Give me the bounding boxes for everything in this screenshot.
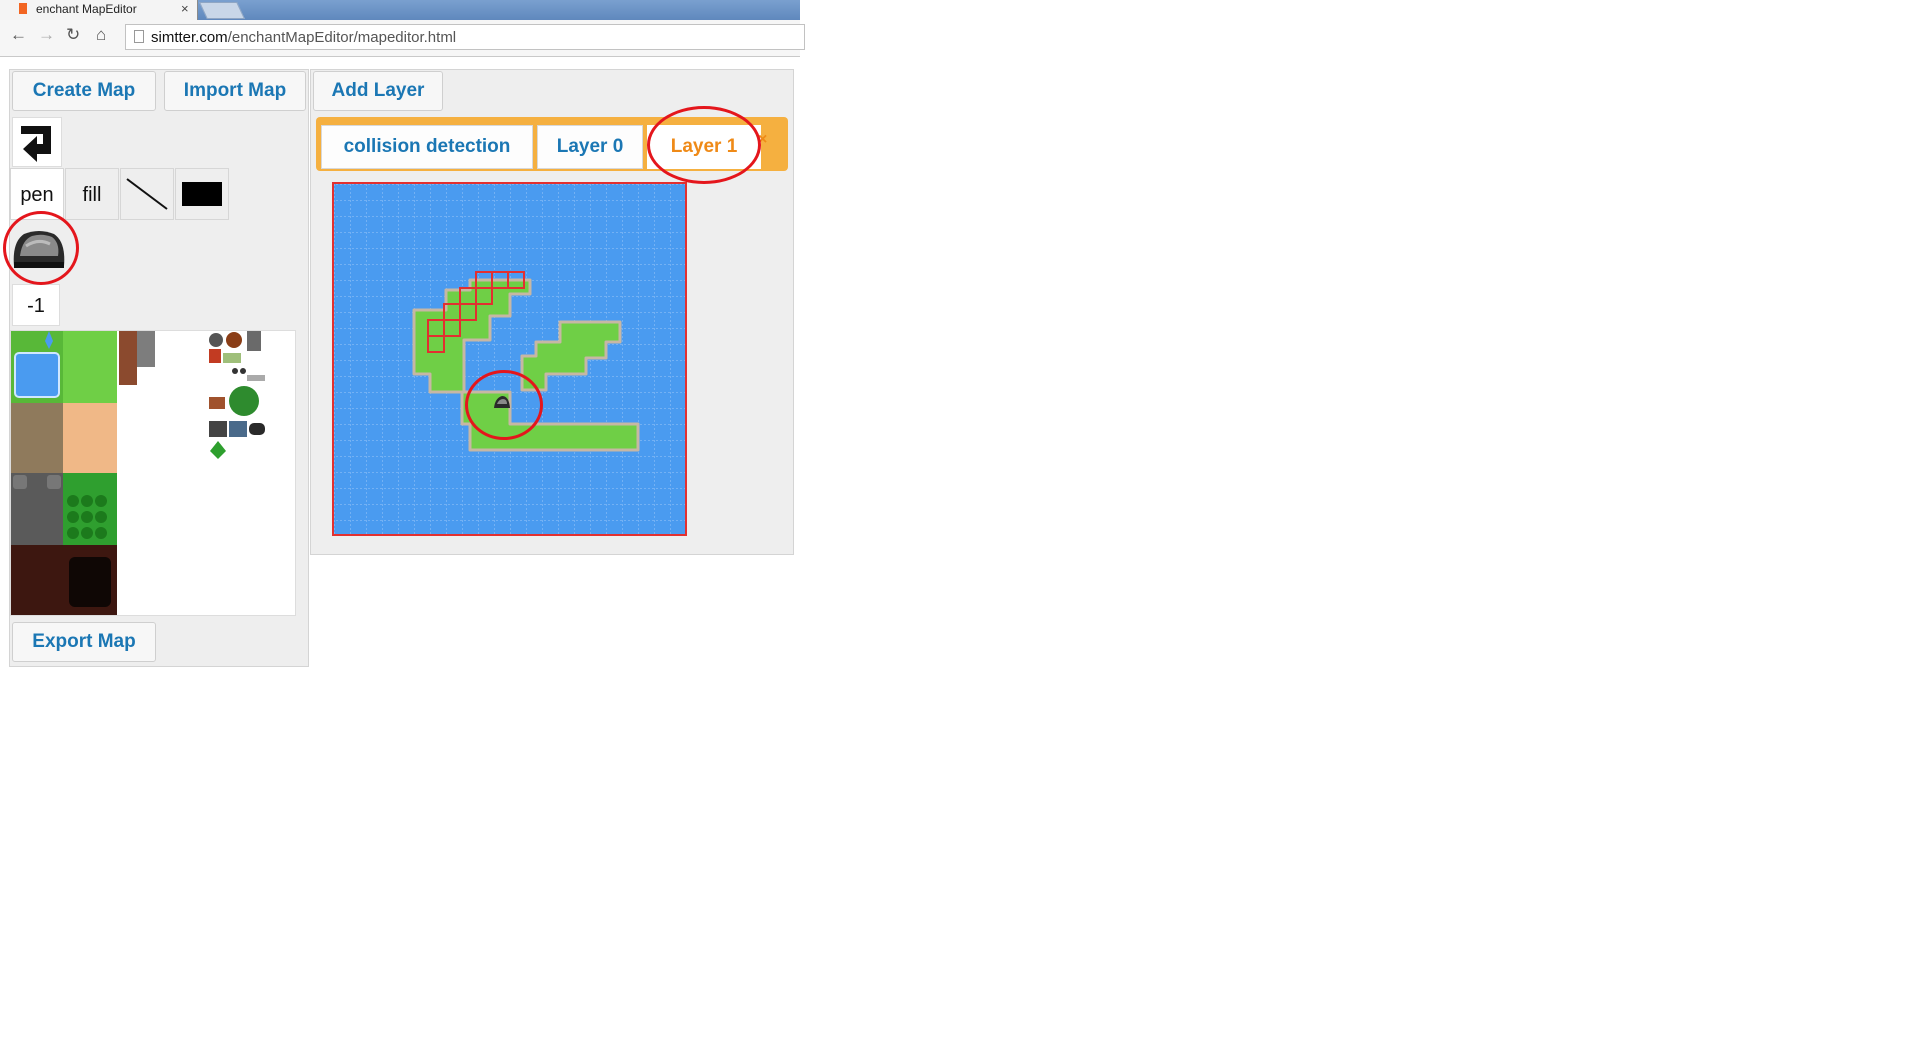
map-canvas[interactable] xyxy=(332,182,687,536)
map-image xyxy=(334,184,685,534)
export-map-button[interactable]: Export Map xyxy=(12,622,156,662)
undo-arrow-icon xyxy=(21,126,51,162)
tile-layer-value: -1 xyxy=(12,284,60,326)
rectangle-icon xyxy=(182,182,222,206)
line-tool[interactable] xyxy=(120,168,174,220)
close-layer-icon[interactable]: × xyxy=(758,131,767,149)
selected-tile-preview[interactable] xyxy=(10,226,68,272)
layer-tab-strip: collision detection Layer 0 Layer 1 xyxy=(316,117,788,171)
reload-icon[interactable]: ↻ xyxy=(66,26,80,43)
tile-palette[interactable] xyxy=(10,330,296,616)
home-icon[interactable]: ⌂ xyxy=(96,26,106,43)
add-layer-button[interactable]: Add Layer xyxy=(313,71,443,111)
tab-layer-1[interactable]: Layer 1 xyxy=(647,125,761,169)
fill-tool[interactable]: fill xyxy=(65,168,119,220)
browser-toolbar: ← → ↻ ⌂ simtter.com/enchantMapEditor/map… xyxy=(0,20,805,57)
tileset-image xyxy=(11,331,265,615)
tab-layer-0[interactable]: Layer 0 xyxy=(537,125,643,169)
page-icon xyxy=(134,30,144,43)
new-tab-button[interactable] xyxy=(199,2,245,19)
browser-tab-title: enchant MapEditor xyxy=(36,2,137,16)
browser-tab-strip: enchant MapEditor × xyxy=(0,0,800,20)
url-text: simtter.com/enchantMapEditor/mapeditor.h… xyxy=(151,29,457,46)
rectangle-tool[interactable] xyxy=(175,168,229,220)
close-tab-icon[interactable]: × xyxy=(181,1,189,16)
undo-button[interactable] xyxy=(12,117,62,167)
tab-collision-detection[interactable]: collision detection xyxy=(321,125,533,169)
pen-tool[interactable]: pen xyxy=(10,168,64,220)
forward-icon[interactable]: → xyxy=(38,26,55,43)
rock-tile-icon xyxy=(13,231,65,268)
create-map-button[interactable]: Create Map xyxy=(12,71,156,111)
browser-tab[interactable]: enchant MapEditor × xyxy=(0,0,198,20)
back-icon[interactable]: ← xyxy=(10,26,27,43)
line-icon xyxy=(126,178,168,210)
address-bar[interactable]: simtter.com/enchantMapEditor/mapeditor.h… xyxy=(125,24,805,50)
import-map-button[interactable]: Import Map xyxy=(164,71,306,111)
favicon-icon xyxy=(19,3,27,14)
